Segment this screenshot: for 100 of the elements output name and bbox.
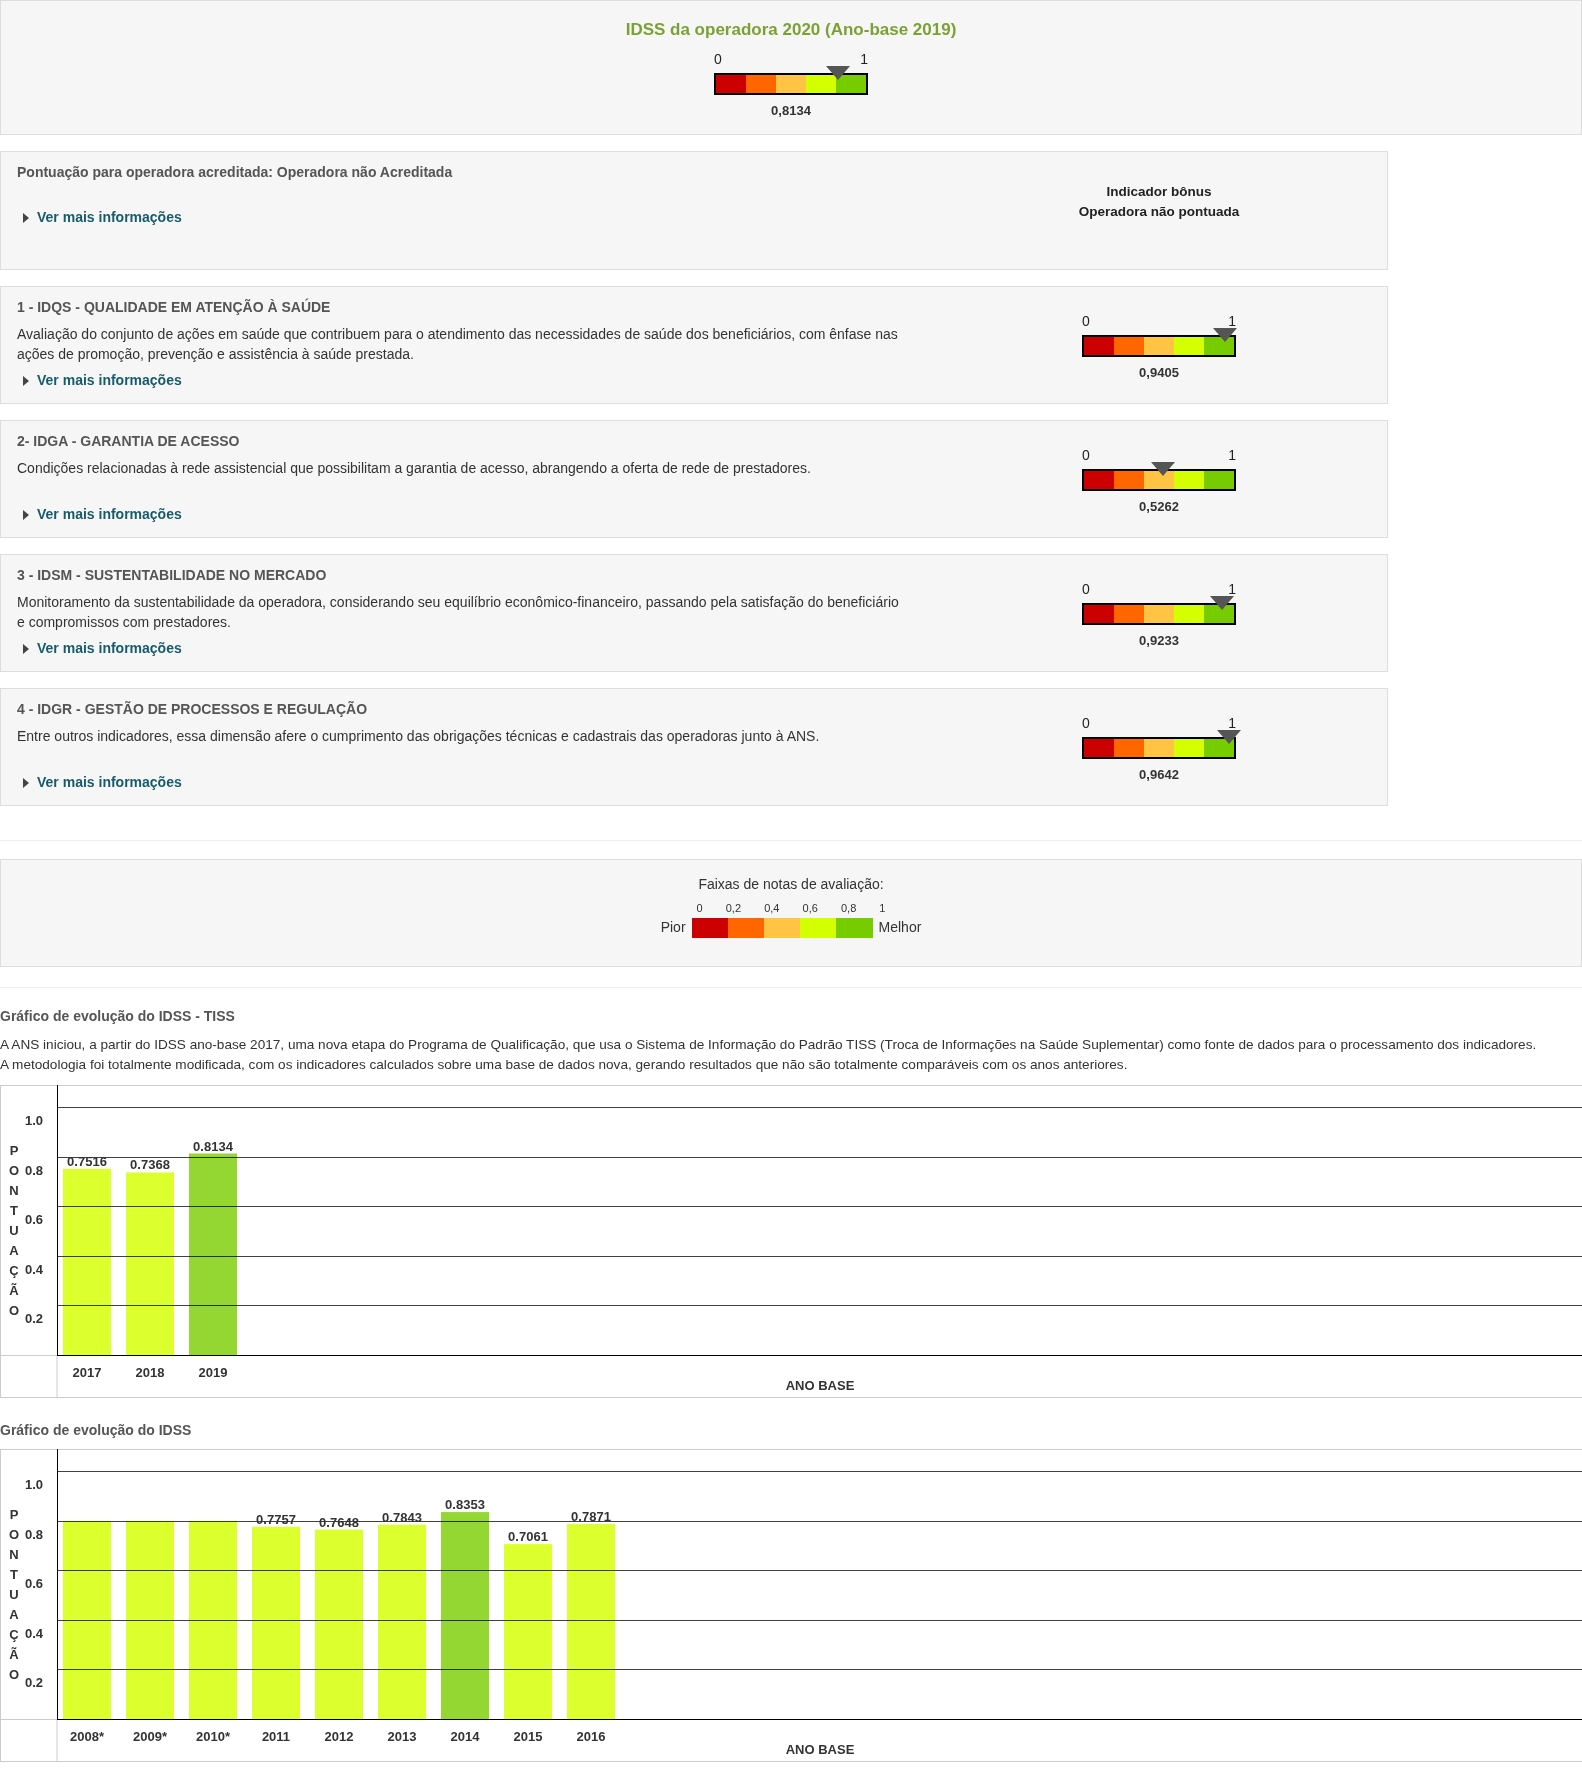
value-label: 0.7843	[382, 1509, 422, 1525]
accreditation-text: Pontuação para operadora acreditada: Operadora não Acreditada	[17, 163, 454, 182]
chart-title: Gráfico de evolução do IDSS - TISS	[0, 1007, 236, 1026]
caret-icon	[23, 212, 29, 223]
bonus-status: Operadora não pontuada	[1077, 203, 1241, 221]
tick-label: 1	[879, 901, 886, 915]
scale-min-label: 0	[1082, 447, 1090, 463]
color-band	[1114, 471, 1144, 489]
dimension-title: 1 - IDQS - QUALIDADE EM ATENÇÃO À SAÚDE	[17, 297, 332, 317]
color-band	[806, 74, 836, 93]
tick-label: 0.2	[24, 1310, 43, 1326]
dimension-description: Monitoramento da sustentabilidade da operadora, considerando seu equilíbrio econômico-financeiro, passando pela satisfação do beneficiário e compromissos com prestadores.	[17, 593, 900, 632]
color-band	[1144, 605, 1174, 623]
axis-title: ANO BASE	[785, 1742, 855, 1757]
more-info-link[interactable]: Ver mais informações	[23, 772, 182, 793]
tick-label: 2009*	[133, 1729, 167, 1744]
tick-label: 0,4	[764, 901, 780, 915]
legend-low-label: Pior	[660, 918, 686, 937]
bonus-title: Indicador bônus	[1105, 183, 1213, 201]
tick-label: 2016	[576, 1729, 606, 1744]
legend-title: Faixas de notas de avaliação:	[697, 875, 885, 894]
tick-label: 0.6	[24, 1575, 43, 1591]
tick-label: 2017	[72, 1365, 102, 1380]
tick-label: 0	[696, 901, 703, 915]
tick-label: 0.8	[24, 1162, 43, 1178]
tick-label: 2011	[261, 1729, 291, 1744]
color-band	[1174, 471, 1204, 489]
score-value: 0,8134	[770, 101, 812, 120]
score-value: 0,9642	[1138, 766, 1180, 784]
tick-label: 0.4	[24, 1625, 43, 1641]
page-title: IDSS da operadora 2020 (Ano-base 2019)	[624, 19, 958, 41]
scale-max-label: 1	[1228, 313, 1236, 329]
tick-label: 2008*	[70, 1729, 104, 1744]
tick-label: 2014	[450, 1729, 480, 1744]
caret-icon	[23, 509, 29, 520]
dimension-description: Entre outros indicadores, essa dimensão afere o cumprimento das obrigações técnicas e cadastrais das operadoras junto à ANS.	[17, 727, 821, 746]
dimension-title: 2- IDGA - GARANTIA DE ACESSO	[17, 432, 241, 451]
tick-label: 1.0	[24, 1112, 43, 1128]
color-band	[1084, 471, 1114, 489]
dimension-description: Avaliação do conjunto de ações em saúde que contribuem para o atendimento das necessidades de saúde dos beneficiários, com ênfase nas ações de promoção, prevenção e assistência à saúde prestada.	[17, 325, 899, 364]
value-label: 0.7516	[67, 1153, 107, 1169]
color-band	[1174, 739, 1204, 757]
more-info-link[interactable]: Ver mais informações	[23, 207, 182, 228]
color-band	[1204, 337, 1234, 355]
color-band	[1204, 739, 1234, 757]
score-value: 0,9405	[1138, 364, 1180, 382]
scale-min-label: 0	[1082, 581, 1090, 597]
color-band	[776, 74, 806, 93]
scale-max-label: 1	[860, 50, 868, 67]
color-band	[1204, 471, 1234, 489]
axis-title: ANO BASE	[785, 1378, 855, 1393]
value-label: 0.7368	[130, 1157, 170, 1173]
tick-label: 0.6	[24, 1211, 43, 1227]
color-band	[716, 74, 746, 93]
tick-label: 0.8	[24, 1526, 43, 1542]
tick-label: 2018	[135, 1365, 165, 1380]
tick-label: 2013	[387, 1729, 417, 1744]
caret-icon	[23, 777, 29, 788]
tick-label: 1.0	[24, 1476, 43, 1492]
value-label: 0.8353	[445, 1497, 485, 1513]
color-band	[1174, 605, 1204, 623]
tick-label: 0,6	[802, 901, 818, 915]
axis-title: PONTUAÇÃO	[8, 1507, 20, 1682]
dimension-title: 4 - IDGR - GESTÃO DE PROCESSOS E REGULAÇÃO	[17, 700, 369, 719]
color-band	[1114, 605, 1144, 623]
legend-high-label: Melhor	[878, 918, 922, 937]
value-label: 0.7871	[571, 1509, 611, 1525]
color-band	[1084, 337, 1114, 355]
color-band	[1114, 739, 1144, 757]
tick-label: 2010*	[196, 1729, 230, 1744]
dimension-description: Condições relacionadas à rede assistencial que possibilitam a garantia de acesso, abrangendo a oferta de rede de prestadores.	[17, 459, 812, 478]
color-band	[1144, 337, 1174, 355]
scale-min-label: 0	[1082, 313, 1090, 329]
score-value: 0,9233	[1138, 632, 1180, 650]
tick-label: 0,8	[840, 901, 857, 915]
scale-min-label: 0	[1082, 715, 1090, 731]
tick-label: 2019	[198, 1365, 228, 1380]
tick-label: 0.2	[24, 1674, 43, 1690]
tick-label: 0.4	[24, 1261, 43, 1277]
value-label: 0.8134	[193, 1138, 233, 1154]
tick-label: 2012	[324, 1729, 354, 1744]
score-value: 0,5262	[1138, 498, 1180, 516]
color-band	[1084, 605, 1114, 623]
chart-title: Gráfico de evolução do IDSS	[0, 1421, 193, 1440]
chart-description: A metodologia foi totalmente modificada, com os indicadores calculados sobre uma base de dados nova, gerando resultados que não são totalmente comparáveis com os anos anteriores.	[0, 1056, 1129, 1074]
dimension-title: 3 - IDSM - SUSTENTABILIDADE NO MERCADO	[17, 566, 328, 585]
more-info-link[interactable]: Ver mais informações	[23, 638, 182, 659]
scale-max-label: 1	[1228, 581, 1236, 597]
scale-min-label: 0	[714, 50, 722, 67]
scale-max-label: 1	[1228, 447, 1236, 463]
color-band	[836, 74, 866, 93]
more-info-link[interactable]: Ver mais informações	[23, 504, 182, 525]
value-label: 0.7061	[508, 1529, 548, 1545]
more-info-link[interactable]: Ver mais informações	[23, 370, 182, 391]
caret-icon	[23, 375, 29, 386]
axis-title: PONTUAÇÃO	[8, 1143, 20, 1318]
tick-label: 2015	[513, 1729, 543, 1744]
color-band	[1114, 337, 1144, 355]
color-band	[746, 74, 776, 93]
chart-description: A ANS iniciou, a partir do IDSS ano-base 2017, uma nova etapa do Programa de Qualificação, que usa o Sistema de Informação do Padrão TISS (Troca de Informações na Saúde Suplementar) como fonte de dados para o processamento dos indicadores.	[0, 1036, 1538, 1054]
